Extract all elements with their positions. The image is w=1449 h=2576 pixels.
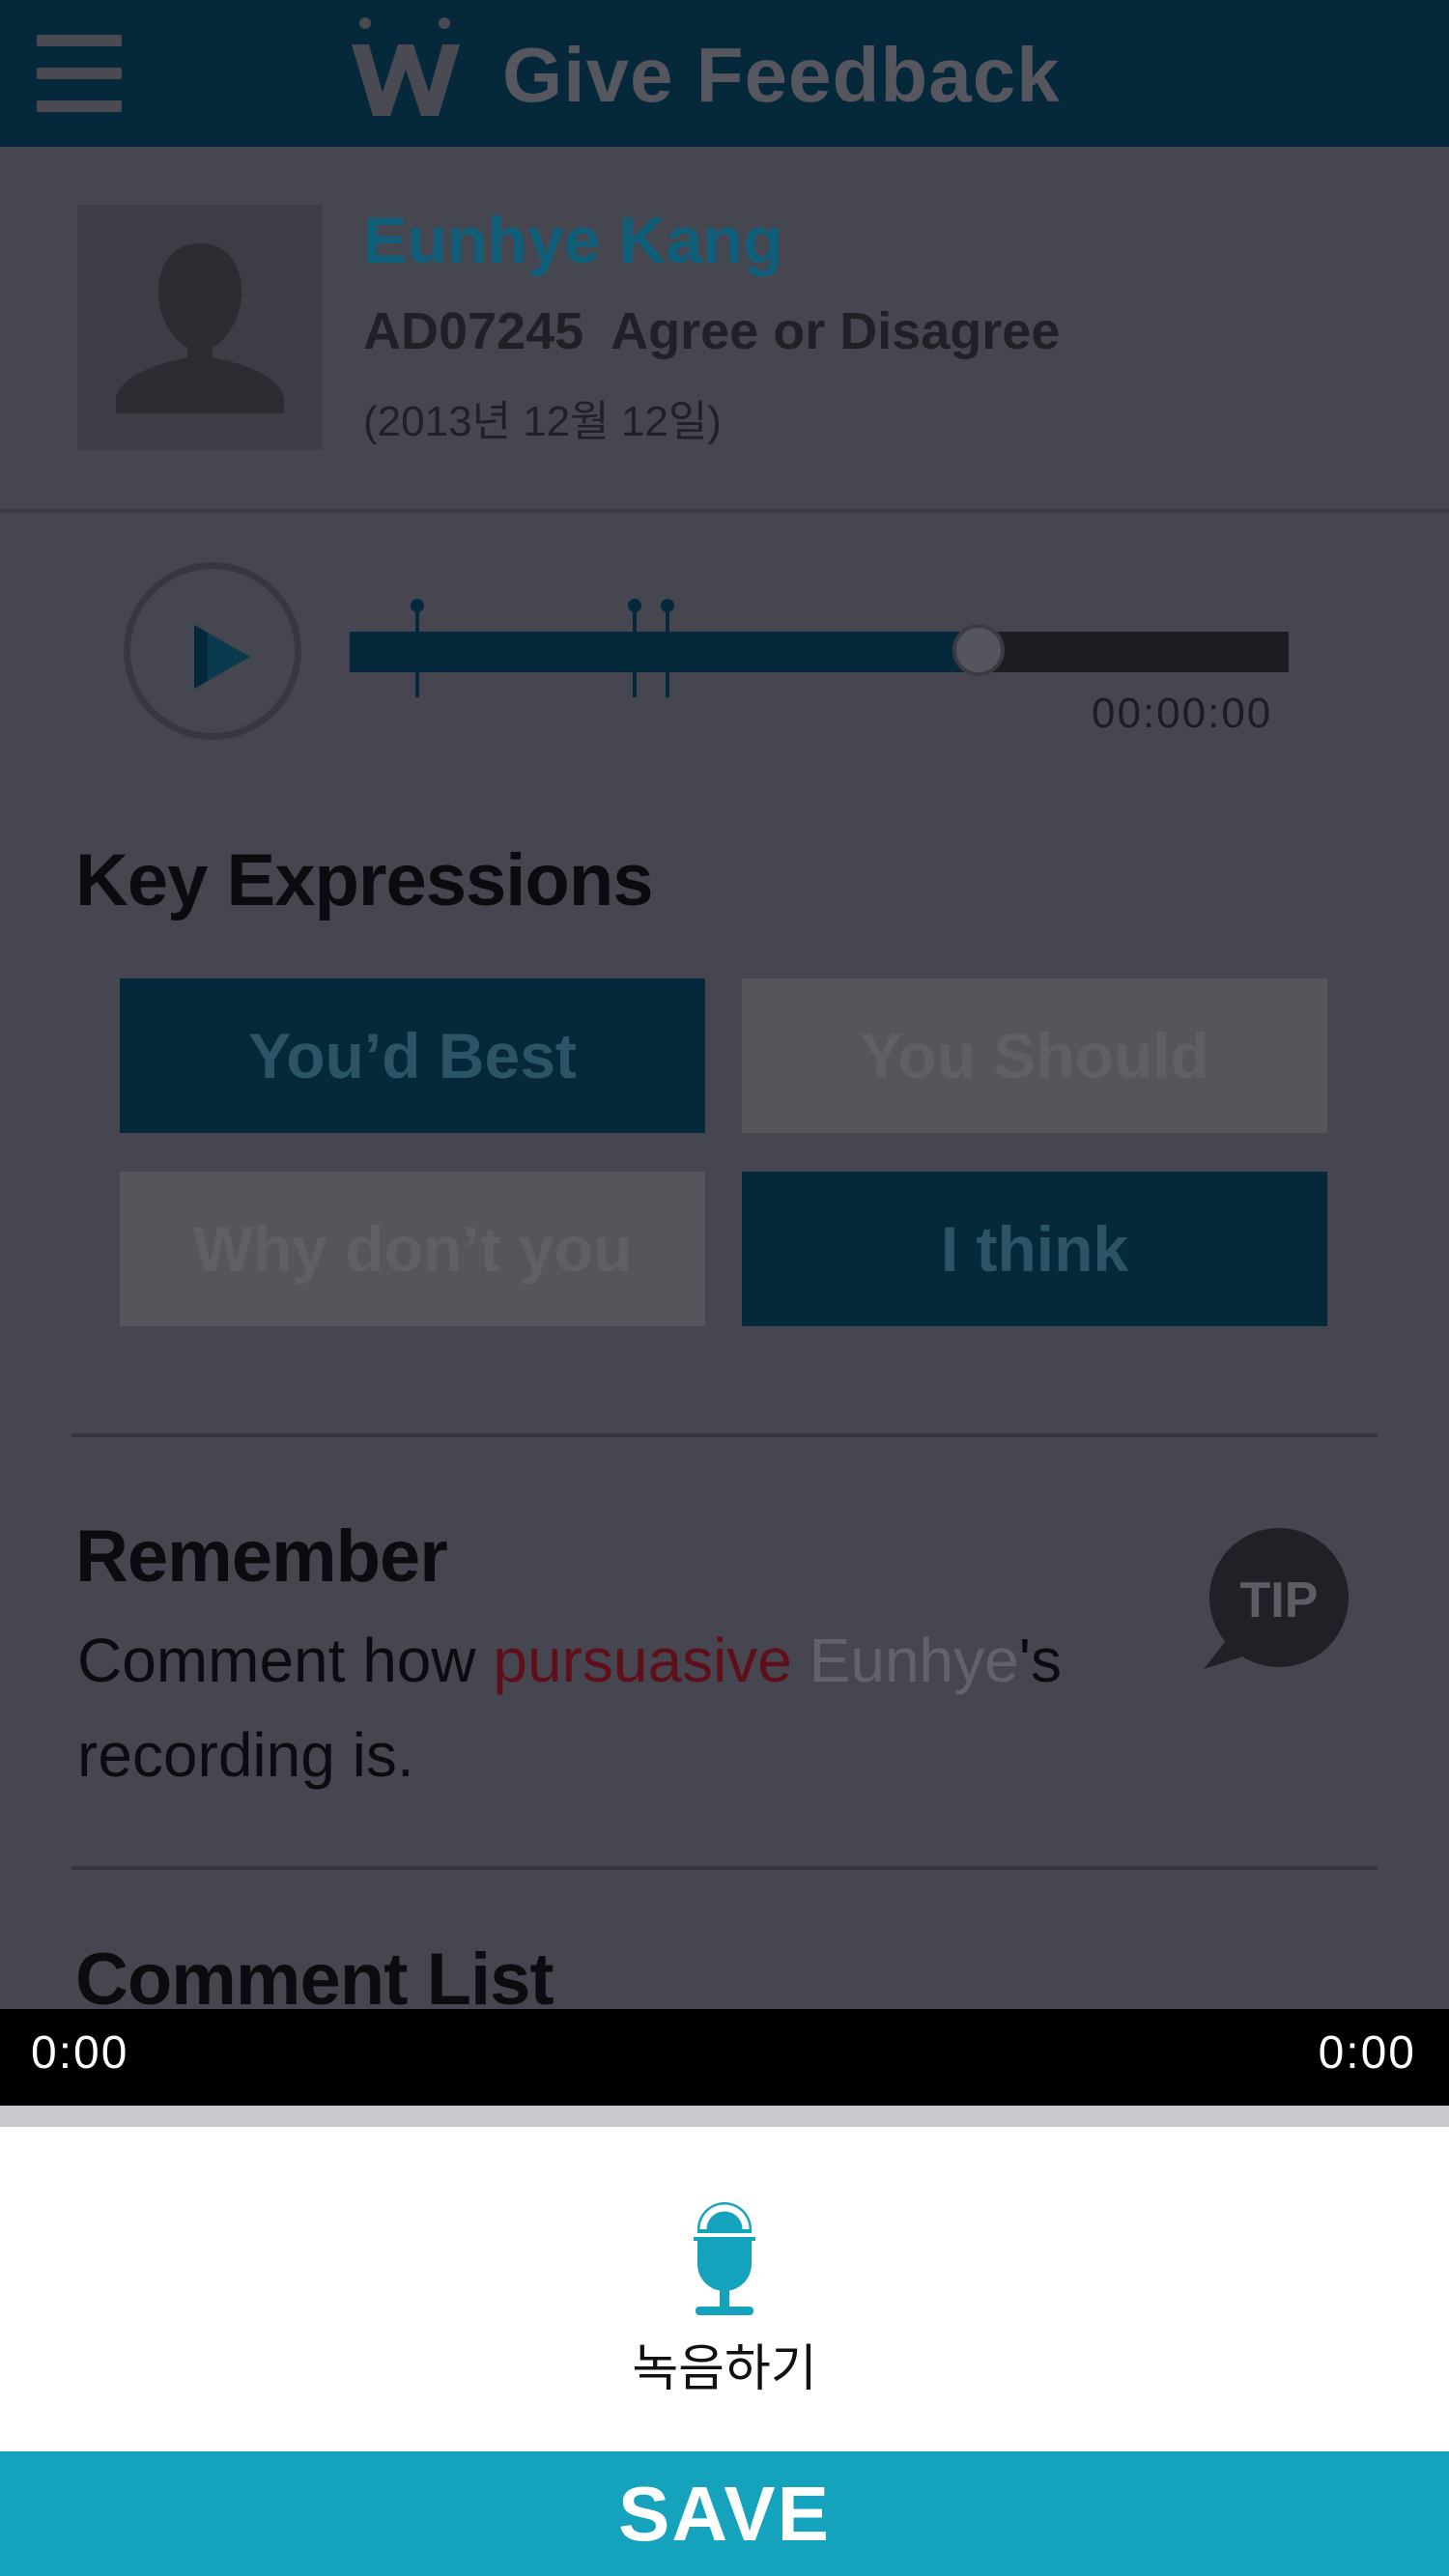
- assignment-title: AD07245 Agree or Disagree: [363, 302, 1061, 360]
- expression-button-you-should[interactable]: You Should: [742, 978, 1327, 1133]
- microphone-icon[interactable]: [688, 2194, 761, 2320]
- student-name: Eunhye: [809, 1626, 1019, 1695]
- user-name: Eunhye Kang: [363, 204, 783, 277]
- timeline-marker-dot: [628, 599, 641, 612]
- total-time: 0:00: [1318, 2027, 1416, 2079]
- person-silhouette-icon: [77, 205, 323, 450]
- expression-button-i-think[interactable]: I think: [742, 1172, 1327, 1326]
- play-button[interactable]: [124, 562, 301, 740]
- timeline-marker-dot: [661, 599, 674, 612]
- w-logo-icon: [348, 15, 464, 124]
- expression-button-why-dont-you[interactable]: Why don’t you: [120, 1172, 705, 1326]
- timeline-marker-dot: [411, 599, 424, 612]
- play-icon: [194, 625, 250, 689]
- media-time-bar: [0, 2009, 1449, 2106]
- save-button[interactable]: SAVE: [0, 2451, 1449, 2576]
- progress-thumb[interactable]: [952, 624, 1005, 676]
- record-label[interactable]: 녹음하기: [0, 2328, 1449, 2400]
- media-seek-line[interactable]: [0, 2106, 1449, 2127]
- current-time: 0:00: [31, 2027, 129, 2079]
- highlight-word: pursuasive: [493, 1626, 792, 1695]
- timeline-marker[interactable]: [415, 601, 419, 697]
- key-expressions-title: Key Expressions: [75, 839, 654, 921]
- section-divider: [71, 1866, 1378, 1870]
- assignment-date: (2013년 12월 12일): [363, 398, 722, 445]
- remember-title: Remember: [75, 1515, 448, 1598]
- hamburger-menu-icon[interactable]: [37, 35, 122, 114]
- audio-progress-fill: [350, 632, 979, 672]
- tip-bubble-icon[interactable]: TIP: [1204, 1528, 1350, 1675]
- section-divider: [71, 1433, 1378, 1437]
- page-title: Give Feedback: [502, 32, 1061, 118]
- remember-text: Comment how pursuasive Eunhye's recordin…: [77, 1626, 1062, 1790]
- timeline-marker[interactable]: [633, 601, 637, 697]
- expression-button-youd-best[interactable]: You’d Best: [120, 978, 705, 1133]
- timeline-marker[interactable]: [666, 601, 669, 697]
- playback-time: 00:00:00: [1092, 690, 1273, 737]
- svg-text:TIP: TIP: [1240, 1572, 1319, 1628]
